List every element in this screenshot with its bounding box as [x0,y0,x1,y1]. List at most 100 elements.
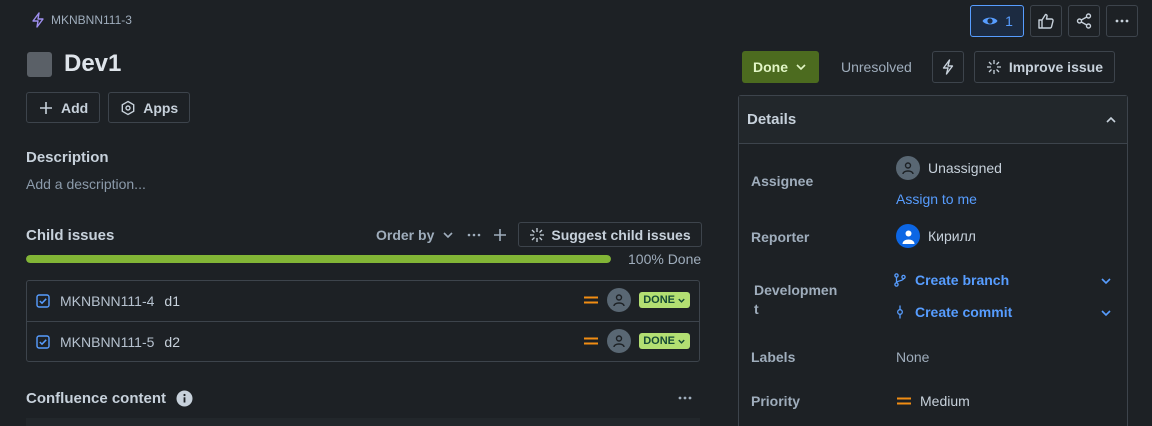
chevron-down-icon[interactable] [1099,306,1113,320]
status-badge-label: DONE [643,294,675,306]
quick-add-buttons: Add Apps [26,92,191,123]
lightning-icon [940,59,956,75]
automation-button[interactable] [931,51,964,83]
description-heading: Description [26,149,109,166]
commit-icon [893,305,907,319]
unassigned-avatar [896,156,920,180]
child-issue-row[interactable]: MKNBNN111-5 d2 DONE [27,321,699,361]
share-icon [1075,12,1093,30]
issue-title[interactable]: Dev1 [64,50,121,78]
details-heading: Details [747,111,797,128]
more-icon [678,396,692,400]
issue-key[interactable]: MKNBNN111-3 [51,13,132,27]
ai-sparkle-icon [986,59,1002,75]
child-issue-summary[interactable]: d2 [164,334,180,350]
add-button[interactable]: Add [26,92,101,123]
create-commit-link[interactable]: Create commit [893,304,1012,320]
child-issues-progress-bar [26,255,611,263]
child-issues-toolbar: Order by Suggest child issues [376,222,702,247]
issue-type-icon[interactable] [27,51,52,77]
child-issues-more-button[interactable] [466,227,482,243]
assignee-label: Assignee [751,173,814,189]
labels-label: Labels [751,349,796,365]
priority-medium-icon[interactable] [583,292,599,308]
child-issues-list: MKNBNN111-4 d1 DONE MKNBNN111-5 d2 DONE [26,280,700,362]
user-icon [902,162,914,175]
child-issue-key[interactable]: MKNBNN111-4 [60,293,154,309]
assignee-avatar[interactable] [607,288,632,312]
share-button[interactable] [1068,5,1100,37]
development-label-line-2: t [754,301,759,317]
thumbs-up-icon [1037,12,1055,30]
issue-top-actions: 1 [970,5,1138,37]
priority-value: Medium [920,393,970,409]
confluence-heading-row: Confluence content [26,390,193,407]
assignee-value: Unassigned [928,160,1002,176]
improve-issue-label: Improve issue [1008,59,1103,75]
reporter-avatar [896,224,920,248]
watch-count: 1 [1005,13,1013,29]
child-issues-heading: Child issues [26,227,115,244]
add-button-label: Add [61,99,89,116]
create-branch-label: Create branch [915,272,1010,288]
task-checkbox-icon [36,334,50,349]
branch-icon [893,273,907,287]
breadcrumb[interactable]: MKNBNN111-3 [30,12,132,28]
more-actions-button[interactable] [1106,5,1138,37]
create-branch-link[interactable]: Create branch [893,272,1009,288]
development-label-line-1: Developmen [754,282,838,298]
ai-sparkle-icon [529,227,545,243]
progress-label: 100% Done [628,251,702,267]
child-issue-summary[interactable]: d1 [164,293,180,309]
assign-to-me-link[interactable]: Assign to me [896,191,977,207]
user-icon [902,230,914,244]
priority-medium-icon [896,393,912,409]
details-header[interactable]: Details [739,96,1127,144]
add-child-issue-button[interactable] [492,227,508,243]
user-icon [613,294,625,307]
child-issue-key[interactable]: MKNBNN111-5 [60,334,154,350]
assignee-field[interactable]: Unassigned [896,156,1002,180]
status-row: Done Unresolved Improve issue [742,51,1115,83]
apps-hexagon-icon [120,100,136,116]
suggest-child-issues-button[interactable]: Suggest child issues [518,222,702,247]
chevron-down-icon[interactable] [1099,274,1113,288]
vote-button[interactable] [1030,5,1062,37]
chevron-up-icon[interactable] [1103,112,1119,128]
more-icon [1113,12,1131,30]
status-dropdown[interactable]: Done [742,51,819,83]
chevron-down-icon [678,339,685,344]
chevron-down-icon [794,60,808,74]
assignee-avatar[interactable] [607,329,632,353]
chevron-down-icon [440,227,456,243]
issue-title-row: Dev1 [27,50,121,78]
reporter-field[interactable]: Кирилл [896,224,976,248]
child-issue-row[interactable]: MKNBNN111-4 d1 DONE [27,281,699,321]
info-icon[interactable] [176,390,193,407]
order-by-button[interactable]: Order by [376,227,456,243]
apps-button[interactable]: Apps [108,92,191,123]
order-by-label: Order by [376,226,435,243]
status-badge[interactable]: DONE [639,292,690,308]
confluence-more-button[interactable] [676,389,694,407]
description-field[interactable]: Add a description... [26,176,146,192]
reporter-value: Кирилл [928,228,976,244]
reporter-label: Reporter [751,229,810,245]
apps-button-label: Apps [143,99,179,116]
task-checkbox-icon [36,294,50,308]
more-icon [468,233,481,236]
improve-issue-button[interactable]: Improve issue [973,51,1115,83]
status-badge[interactable]: DONE [639,333,690,349]
create-commit-label: Create commit [915,304,1013,320]
chevron-down-icon [678,298,685,303]
priority-medium-icon[interactable] [583,333,599,349]
suggest-child-issues-label: Suggest child issues [551,226,691,243]
resolution-status: Unresolved [841,59,912,75]
confluence-heading: Confluence content [26,390,167,407]
epic-lightning-icon [30,12,46,28]
status-label: Done [753,59,788,75]
watch-button[interactable]: 1 [970,5,1024,37]
status-badge-label: DONE [643,335,675,347]
labels-value[interactable]: None [896,349,929,365]
priority-field[interactable]: Medium [896,393,970,409]
